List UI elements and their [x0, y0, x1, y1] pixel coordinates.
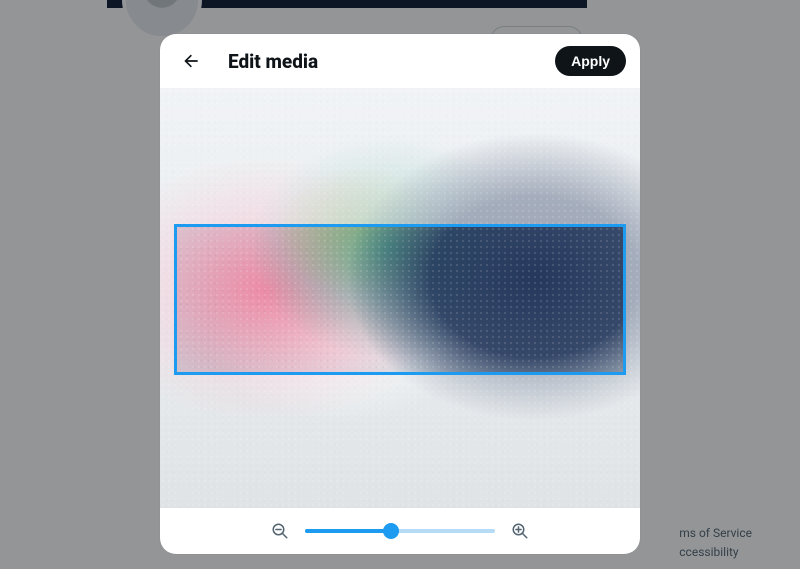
zoom-in-icon: [511, 522, 529, 540]
modal-title: Edit media: [228, 50, 535, 73]
crop-canvas[interactable]: [160, 88, 640, 508]
zoom-out-icon: [271, 522, 289, 540]
edit-media-modal: Edit media Apply: [160, 34, 640, 554]
arrow-left-icon: [181, 51, 201, 71]
zoom-slider-thumb[interactable]: [383, 523, 399, 539]
apply-button[interactable]: Apply: [555, 46, 626, 76]
crop-rectangle[interactable]: [174, 224, 626, 375]
zoom-bar: [160, 508, 640, 554]
zoom-slider[interactable]: [305, 521, 495, 541]
zoom-in-button[interactable]: [509, 520, 531, 542]
zoom-slider-fill: [305, 529, 391, 533]
back-button[interactable]: [174, 44, 208, 78]
modal-header: Edit media Apply: [160, 34, 640, 88]
zoom-out-button[interactable]: [269, 520, 291, 542]
